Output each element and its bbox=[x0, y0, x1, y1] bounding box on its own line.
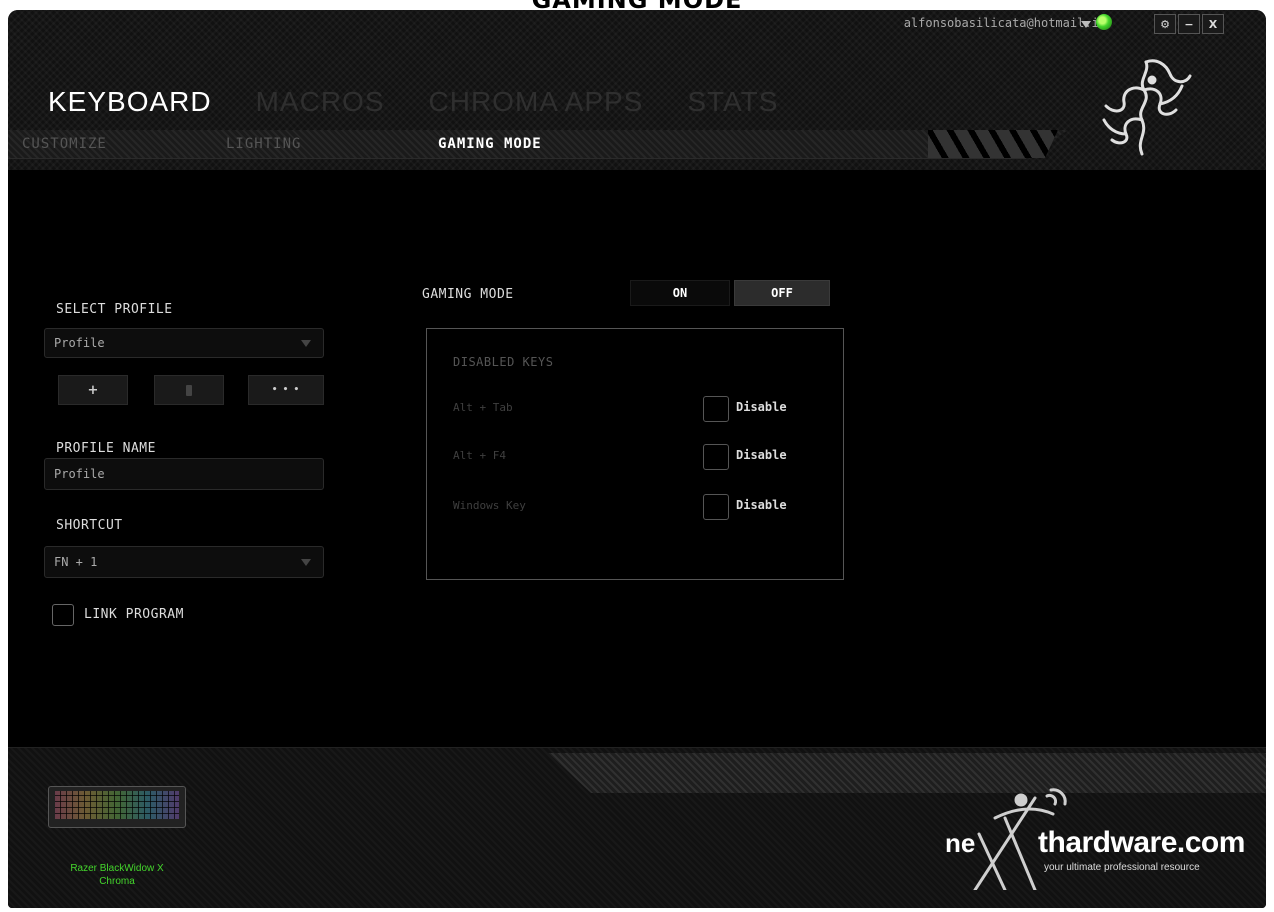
tab-macros[interactable]: MACROS bbox=[256, 86, 385, 118]
watermark-brand: thardware.com bbox=[1038, 826, 1245, 860]
razer-logo-icon bbox=[1102, 59, 1192, 156]
decorative-stripes bbox=[928, 130, 1058, 158]
select-profile-label: SELECT PROFILE bbox=[56, 302, 173, 317]
subtab-customize[interactable]: CUSTOMIZE bbox=[22, 136, 107, 152]
chevron-down-icon bbox=[301, 340, 311, 347]
key-alt-tab: Alt + Tab bbox=[453, 401, 513, 414]
profile-dropdown-value: Profile bbox=[54, 336, 105, 350]
disable-windows-key-label: Disable bbox=[736, 498, 787, 512]
gaming-mode-off-button[interactable]: OFF bbox=[734, 280, 830, 306]
keyboard-device-image[interactable] bbox=[48, 786, 186, 828]
tab-keyboard[interactable]: KEYBOARD bbox=[48, 86, 212, 118]
disabled-keys-panel: DISABLED KEYS Alt + Tab Disable Alt + F4… bbox=[426, 328, 844, 580]
link-program-checkbox[interactable] bbox=[52, 604, 74, 626]
online-status-icon bbox=[1096, 14, 1112, 30]
link-program-label: LINK PROGRAM bbox=[84, 607, 184, 622]
profile-name-value: Profile bbox=[54, 467, 105, 481]
account-dropdown-icon[interactable] bbox=[1081, 21, 1091, 28]
watermark-brand-name: thardware bbox=[1038, 826, 1177, 859]
disabled-keys-title: DISABLED KEYS bbox=[453, 355, 554, 369]
watermark-tagline: your ultimate professional resource bbox=[1044, 862, 1200, 873]
disable-alt-f4-checkbox[interactable] bbox=[703, 444, 729, 470]
gaming-mode-on-button[interactable]: ON bbox=[630, 280, 730, 306]
profile-name-label: PROFILE NAME bbox=[56, 441, 156, 456]
disable-alt-f4-label: Disable bbox=[736, 448, 787, 462]
window-controls: ⚙ − X bbox=[1154, 14, 1224, 34]
device-name-line2: Chroma bbox=[99, 876, 135, 887]
minimize-button[interactable]: − bbox=[1178, 14, 1200, 34]
profile-name-input[interactable]: Profile bbox=[44, 458, 324, 490]
shortcut-label: SHORTCUT bbox=[56, 518, 123, 533]
profile-more-button[interactable]: • • • bbox=[248, 375, 324, 405]
profile-dropdown[interactable]: Profile bbox=[44, 328, 324, 358]
key-alt-f4: Alt + F4 bbox=[453, 449, 506, 462]
more-options-icon: • • • bbox=[271, 385, 301, 395]
shortcut-value: FN + 1 bbox=[54, 555, 98, 569]
account-email[interactable]: alfonsobasilicata@hotmail.it bbox=[904, 16, 1106, 30]
device-name: Razer BlackWidow X Chroma bbox=[38, 862, 196, 888]
watermark-domain: .com bbox=[1176, 826, 1246, 859]
disable-windows-key-checkbox[interactable] bbox=[703, 494, 729, 520]
settings-icon[interactable]: ⚙ bbox=[1154, 14, 1176, 34]
subtab-gaming-mode[interactable]: GAMING MODE bbox=[438, 136, 542, 152]
plus-icon: + bbox=[87, 382, 99, 398]
main-tabs: KEYBOARD MACROS CHROMA APPS STATS bbox=[48, 86, 778, 118]
header-bar: alfonsobasilicata@hotmail.it ⚙ − X KEYBO… bbox=[8, 10, 1266, 170]
close-button[interactable]: X bbox=[1202, 14, 1224, 34]
tab-chroma-apps[interactable]: CHROMA APPS bbox=[429, 86, 644, 118]
add-profile-button[interactable]: + bbox=[58, 375, 128, 405]
trash-icon bbox=[186, 384, 192, 396]
tab-stats[interactable]: STATS bbox=[687, 86, 778, 118]
disable-alt-tab-label: Disable bbox=[736, 400, 787, 414]
chevron-down-icon bbox=[301, 559, 311, 566]
shortcut-dropdown[interactable]: FN + 1 bbox=[44, 546, 324, 578]
device-name-line1: Razer BlackWidow X bbox=[70, 863, 164, 874]
disable-alt-tab-checkbox[interactable] bbox=[703, 396, 729, 422]
keyboard-key-grid bbox=[55, 791, 179, 819]
synapse-window: alfonsobasilicata@hotmail.it ⚙ − X KEYBO… bbox=[8, 10, 1266, 908]
delete-profile-button[interactable] bbox=[154, 375, 224, 405]
key-windows: Windows Key bbox=[453, 499, 526, 512]
sub-navigation: CUSTOMIZE LIGHTING GAMING MODE bbox=[8, 130, 1068, 159]
gaming-mode-label: GAMING MODE bbox=[422, 287, 514, 302]
watermark-ne: ne bbox=[945, 828, 976, 858]
subtab-lighting[interactable]: LIGHTING bbox=[226, 136, 301, 152]
